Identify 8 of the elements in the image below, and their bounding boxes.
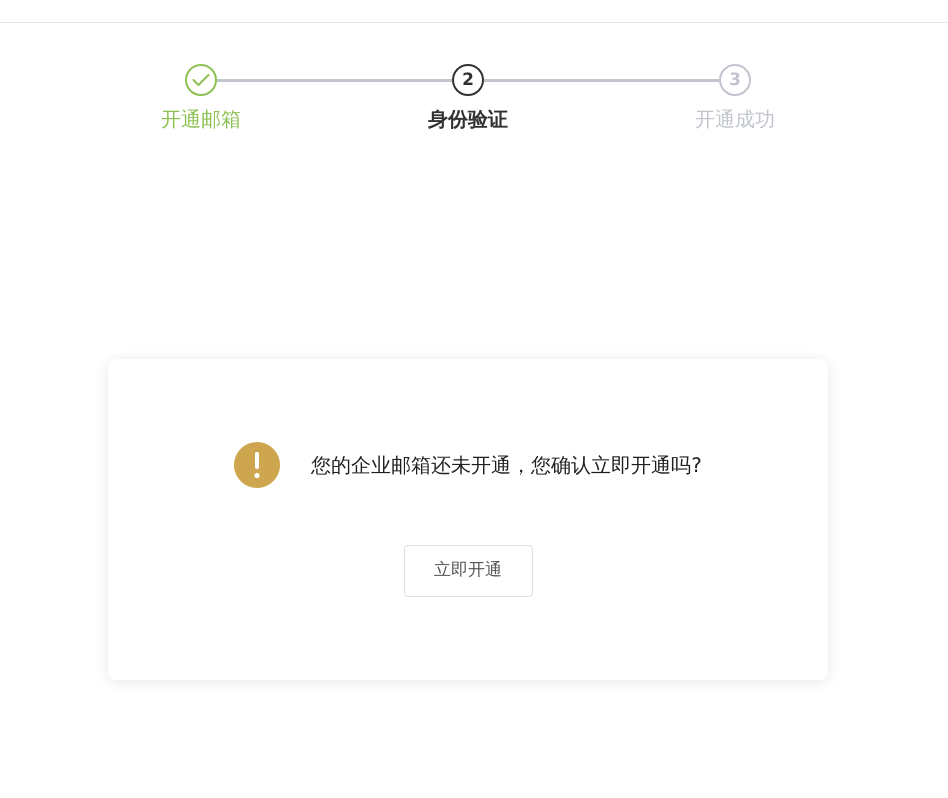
- step-label: 身份验证: [428, 106, 508, 132]
- step-number: 2: [452, 64, 484, 96]
- open-now-button[interactable]: 立即开通: [404, 545, 532, 597]
- step-label: 开通成功: [695, 106, 775, 132]
- confirm-message: 您的企业邮箱还未开通，您确认立即开通吗?: [311, 452, 702, 478]
- step-number: 3: [719, 64, 751, 96]
- warning-icon: [234, 442, 280, 488]
- step-label: 开通邮箱: [161, 106, 241, 132]
